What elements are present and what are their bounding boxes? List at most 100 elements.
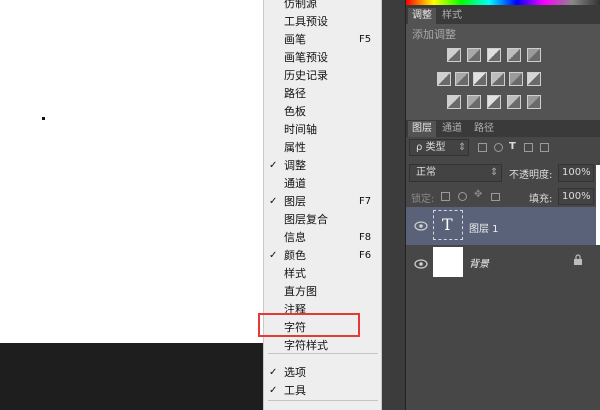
menu-item[interactable]: 工具预设 (264, 13, 381, 31)
filter-adjustment-icon[interactable] (494, 143, 503, 152)
tab-styles[interactable]: 样式 (438, 8, 466, 24)
tab-layers[interactable]: 图层 (408, 121, 436, 137)
lock-label: 锁定: (411, 194, 435, 205)
panel-dock-strip (382, 0, 406, 410)
text-layer-thumbnail: T (433, 210, 463, 240)
layer-name[interactable]: 图层 1 (469, 220, 499, 235)
menu-item-label: 工具 (284, 384, 306, 397)
black-white-icon[interactable] (473, 72, 487, 86)
color-lookup-icon[interactable] (527, 72, 541, 86)
menu-item[interactable]: ✓ 工具 (264, 382, 381, 400)
highlight-box-character (258, 313, 360, 337)
menu-item[interactable]: 样式 (264, 265, 381, 283)
color-balance-icon[interactable] (455, 72, 469, 86)
tab-adjustments[interactable]: 调整 (408, 8, 436, 24)
fill-input[interactable]: 100% (558, 188, 594, 205)
menu-item-label: 直方图 (284, 285, 317, 298)
text-type-icon: T (442, 215, 453, 234)
menu-item-label: 样式 (284, 267, 306, 280)
menu-item-label: 调整 (284, 159, 306, 172)
chevron-updown-icon: ⇕ (458, 142, 467, 153)
lock-transparent-icon[interactable] (441, 192, 450, 201)
menu-item[interactable]: ✓ 调整 (264, 157, 381, 175)
channel-mixer-icon[interactable] (509, 72, 523, 86)
posterize-icon[interactable] (467, 95, 481, 109)
tab-channels[interactable]: 通道 (438, 121, 466, 137)
menu-separator (268, 400, 378, 401)
tab-paths[interactable]: 路径 (470, 121, 498, 137)
menu-item-label: 信息 (284, 231, 306, 244)
menu-item-label: 工具预设 (284, 15, 328, 28)
layer-name[interactable]: 背景 (469, 255, 489, 270)
selective-color-icon[interactable] (507, 95, 521, 109)
menu-item-label: 色板 (284, 105, 306, 118)
menu-item[interactable]: 路径 (264, 85, 381, 103)
background-layer-thumbnail (433, 247, 463, 277)
menu-item[interactable]: 画笔预设 (264, 49, 381, 67)
menu-item[interactable]: 画笔 F5 (264, 31, 381, 49)
threshold-icon[interactable] (487, 95, 501, 109)
filter-smart-icon[interactable] (540, 143, 549, 152)
curves-icon[interactable] (487, 48, 501, 62)
menu-item-label: 画笔 (284, 33, 306, 46)
menu-item-label: 路径 (284, 87, 306, 100)
filter-type-icon[interactable]: T (509, 141, 516, 152)
panel-scrollbar[interactable] (596, 165, 600, 245)
blend-mode-select[interactable]: 正常 ⇕ (409, 164, 502, 182)
filter-label: ρ 类型 (416, 142, 446, 153)
vibrance-icon[interactable] (527, 48, 541, 62)
menu-item-label: 颜色 (284, 249, 306, 262)
exposure-icon[interactable] (507, 48, 521, 62)
swatches-strip[interactable] (406, 0, 600, 5)
menu-item-label: 通道 (284, 177, 306, 190)
menu-item[interactable]: 信息 F8 (264, 229, 381, 247)
opacity-input[interactable]: 100% (558, 164, 594, 182)
adjustments-title: 添加调整 (412, 28, 456, 41)
lock-all-icon[interactable] (491, 193, 500, 201)
visibility-eye-icon[interactable] (414, 258, 428, 270)
invert-icon[interactable] (447, 95, 461, 109)
menu-item[interactable]: 色板 (264, 103, 381, 121)
filter-shape-icon[interactable] (524, 143, 533, 152)
levels-icon[interactable] (467, 48, 481, 62)
checkmark-icon: ✓ (269, 250, 278, 261)
gradient-map-icon[interactable] (527, 95, 541, 109)
menu-item-label: 属性 (284, 141, 306, 154)
layer-filter-select[interactable]: ρ 类型 ⇕ (409, 139, 469, 156)
layer-row-background[interactable]: 背景 (406, 245, 600, 283)
menu-item[interactable]: 直方图 (264, 283, 381, 301)
checkmark-icon: ✓ (269, 367, 278, 378)
layers-tabbar: 图层 通道 路径 (406, 121, 600, 137)
hue-saturation-icon[interactable] (437, 72, 451, 86)
menu-separator (268, 353, 378, 354)
visibility-eye-icon[interactable] (414, 220, 428, 232)
brightness-icon[interactable] (447, 48, 461, 62)
document-canvas[interactable] (0, 0, 263, 343)
blend-mode-value: 正常 (416, 167, 436, 178)
menu-item-shortcut: F7 (359, 196, 372, 207)
menu-item[interactable]: 图层复合 (264, 211, 381, 229)
menu-item-shortcut: F8 (359, 232, 372, 243)
checkmark-icon: ✓ (269, 196, 278, 207)
menu-item[interactable]: ✓ 颜色 F6 (264, 247, 381, 265)
menu-item-label: 时间轴 (284, 123, 317, 136)
menu-item[interactable]: 属性 (264, 139, 381, 157)
menu-item[interactable]: ✓ 图层 F7 (264, 193, 381, 211)
menu-item-label: 仿制源 (284, 0, 317, 10)
filter-pixel-icon[interactable] (478, 143, 487, 152)
menu-item[interactable]: 时间轴 (264, 121, 381, 139)
layer-row-layer1[interactable]: T 图层 1 (406, 207, 600, 245)
menu-item-shortcut: F5 (359, 34, 372, 45)
canvas-dot (42, 117, 45, 120)
opacity-label: 不透明度: (509, 170, 553, 181)
menu-item[interactable]: ✓ 选项 (264, 364, 381, 382)
chevron-updown-icon: ⇕ (490, 167, 499, 178)
lock-position-icon[interactable]: ✥ (474, 189, 482, 200)
menu-item-label: 历史记录 (284, 69, 328, 82)
menu-item[interactable]: 通道 (264, 175, 381, 193)
photo-filter-icon[interactable] (491, 72, 505, 86)
menu-item[interactable]: 历史记录 (264, 67, 381, 85)
menu-item[interactable]: 仿制源 (264, 0, 381, 13)
window-menu: 仿制源 工具预设 画笔 F5 画笔预设 历史记录 路径 色板 时间轴 属性 ✓ 调整 通道 ✓ 图层 F7 图层… (263, 0, 382, 410)
lock-pixels-icon[interactable] (458, 192, 467, 201)
